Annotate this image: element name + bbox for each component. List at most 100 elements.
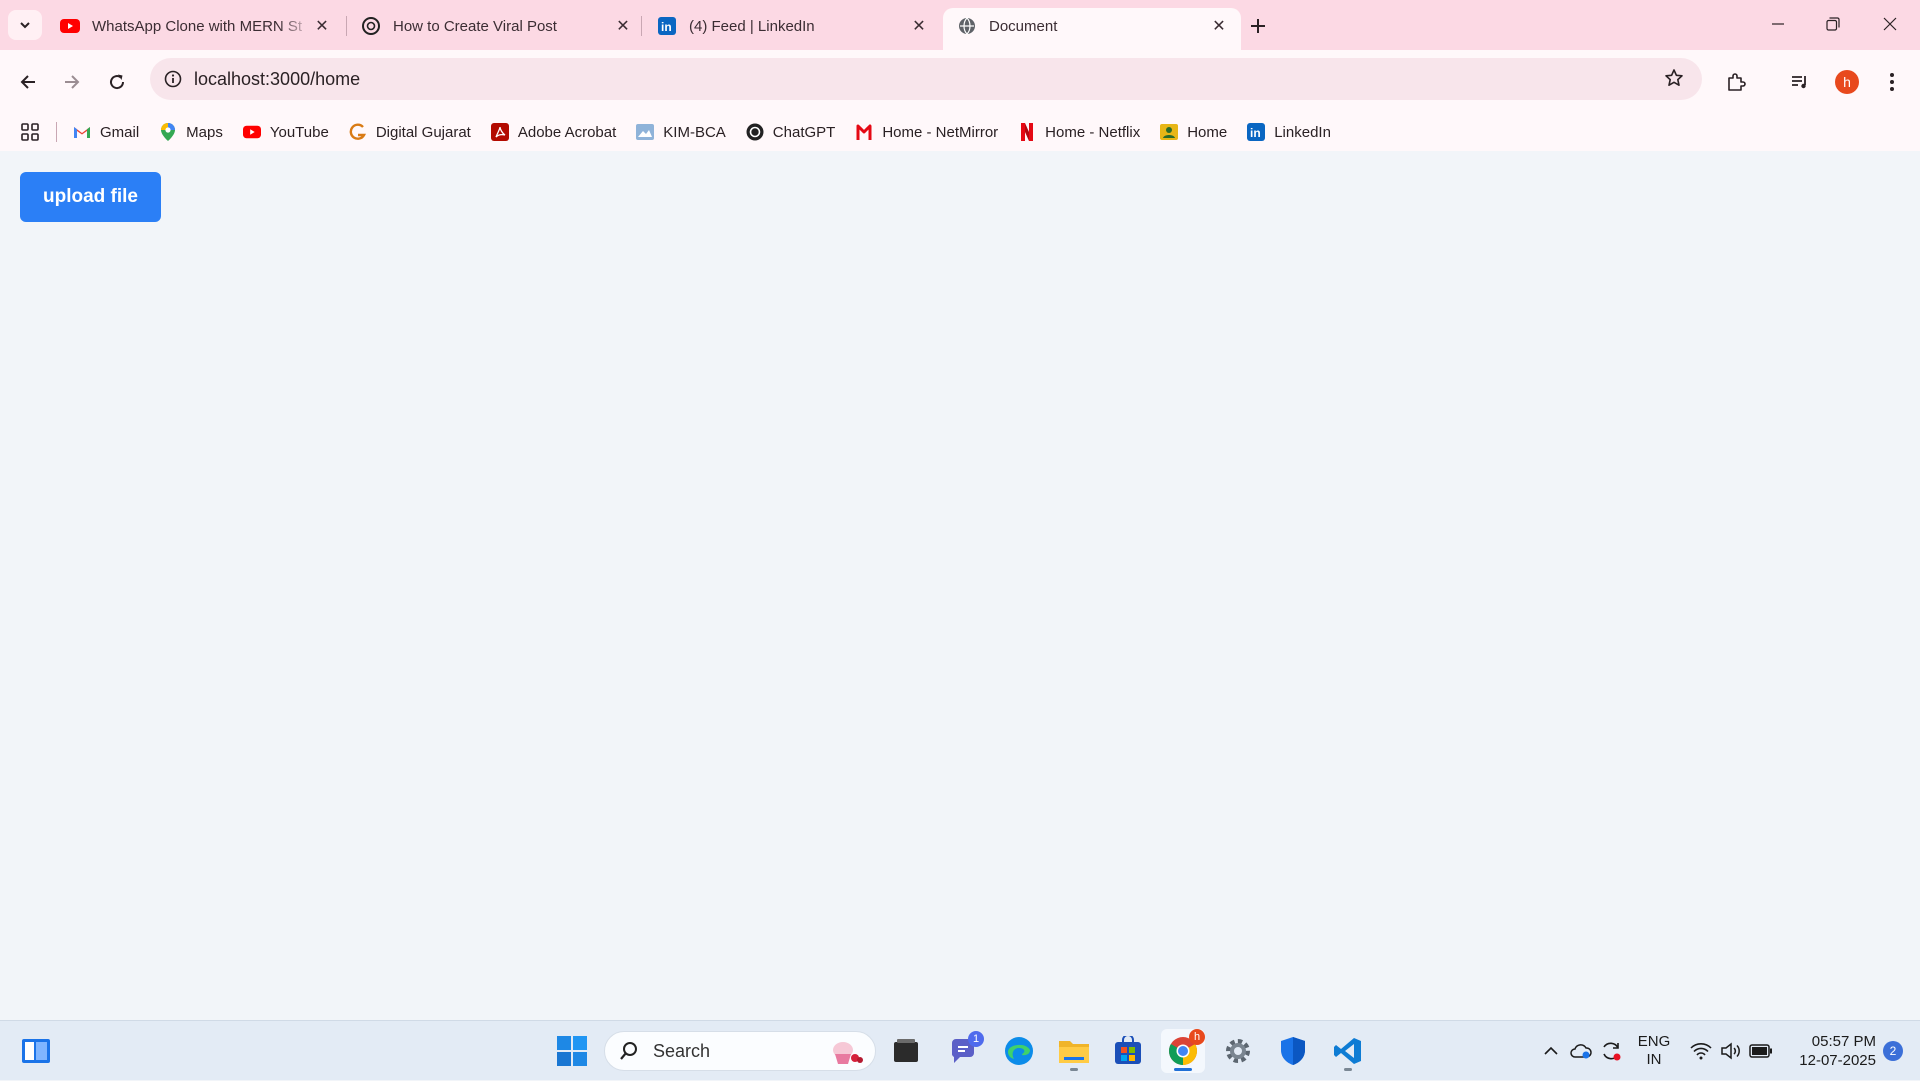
netmirror-icon (855, 123, 873, 141)
teams-chat-button[interactable]: 1 (942, 1029, 986, 1073)
profile-button[interactable]: h (1829, 64, 1865, 100)
bookmark-label: Home - NetMirror (882, 123, 999, 141)
bookmark-youtube[interactable]: YouTube (242, 123, 329, 141)
edge-button[interactable] (997, 1029, 1041, 1073)
tab-whatsapp-clone[interactable]: WhatsApp Clone with MERN St ✕ (46, 8, 344, 50)
close-icon (1883, 17, 1897, 31)
sync-icon (1603, 1042, 1621, 1061)
clock[interactable]: 05:57 PM 12-07-2025 (1782, 1021, 1876, 1081)
chrome-button[interactable]: h (1161, 1029, 1205, 1073)
chatgpt-icon (746, 123, 764, 141)
taskbar-search[interactable]: Search (604, 1031, 876, 1071)
task-view-button[interactable] (884, 1029, 928, 1073)
bookmark-label: ChatGPT (772, 123, 836, 141)
sync-tray-button[interactable] (1598, 1021, 1624, 1081)
clock-date: 12-07-2025 (1799, 1052, 1876, 1069)
browser-toolbar: localhost:3000/home h Gmail Maps YouTube (0, 50, 1920, 157)
cloud-icon (1570, 1044, 1592, 1059)
bookmark-maps[interactable]: Maps (159, 123, 223, 141)
restore-button[interactable] (1806, 8, 1860, 40)
gmail-icon (73, 123, 91, 141)
address-url[interactable]: localhost:3000/home (194, 69, 360, 90)
show-hidden-icons-button[interactable] (1538, 1021, 1564, 1081)
gear-icon (1226, 1039, 1250, 1063)
bookmark-gmail[interactable]: Gmail (73, 123, 139, 141)
notification-center-button[interactable]: 2 (1876, 1021, 1910, 1081)
chatgpt-icon (361, 16, 381, 36)
forward-button[interactable] (54, 64, 90, 100)
close-window-button[interactable] (1863, 8, 1917, 40)
upload-file-button[interactable]: upload file (20, 172, 161, 222)
address-bar[interactable]: localhost:3000/home (150, 58, 1702, 100)
site-info-icon[interactable] (164, 70, 182, 88)
running-indicator (1070, 1068, 1078, 1071)
acrobat-icon (490, 123, 509, 141)
avatar: h (1835, 70, 1859, 94)
search-icon (620, 1042, 637, 1060)
shield-icon (1281, 1037, 1305, 1065)
digital-gujarat-icon (349, 123, 367, 141)
chrome-menu-button[interactable] (1874, 64, 1910, 100)
bookmark-label: YouTube (269, 123, 329, 141)
bookmark-label: Digital Gujarat (375, 123, 471, 141)
tab-viral-post[interactable]: How to Create Viral Post ✕ (347, 8, 645, 50)
onedrive-tray-button[interactable] (1568, 1021, 1594, 1081)
close-icon[interactable]: ✕ (312, 16, 332, 36)
edge-icon (1005, 1037, 1033, 1065)
globe-icon (957, 16, 977, 36)
bookmarks-bar: Gmail Maps YouTube Digital Gujarat Adobe… (0, 112, 1920, 152)
wifi-tray-button[interactable] (1686, 1021, 1716, 1081)
bookmark-kim-bca[interactable]: KIM-BCA (636, 123, 726, 141)
reload-button[interactable] (99, 64, 135, 100)
vscode-button[interactable] (1326, 1029, 1370, 1073)
file-explorer-button[interactable] (1052, 1029, 1096, 1073)
tab-linkedin-feed[interactable]: in (4) Feed | LinkedIn ✕ (643, 8, 941, 50)
tab-search-button[interactable] (8, 10, 42, 40)
close-icon[interactable]: ✕ (613, 16, 633, 36)
settings-button[interactable] (1216, 1029, 1260, 1073)
bookmark-label: KIM-BCA (663, 123, 726, 141)
extensions-button[interactable] (1718, 64, 1754, 100)
svg-text:in: in (661, 20, 672, 34)
bookmark-netmirror[interactable]: Home - NetMirror (855, 123, 998, 141)
close-icon[interactable]: ✕ (1209, 16, 1229, 36)
bookmark-label: Maps (186, 123, 223, 141)
volume-tray-button[interactable] (1716, 1021, 1746, 1081)
speaker-icon (1721, 1042, 1740, 1060)
store-icon (1115, 1036, 1141, 1064)
bookmark-adobe-acrobat[interactable]: Adobe Acrobat (490, 123, 616, 141)
start-button[interactable] (550, 1029, 594, 1073)
bookmark-netflix[interactable]: Home - Netflix (1018, 123, 1140, 141)
bookmark-chatgpt[interactable]: ChatGPT (746, 123, 836, 141)
tab-document[interactable]: Document ✕ (943, 8, 1241, 50)
playlist-icon (1792, 76, 1806, 89)
notification-count-badge: 2 (1883, 1041, 1903, 1061)
bookmark-label: Home (1187, 123, 1228, 141)
minimize-icon (1772, 23, 1784, 25)
vscode-icon (1334, 1038, 1361, 1064)
security-button[interactable] (1271, 1029, 1315, 1073)
running-indicator (1174, 1068, 1192, 1071)
new-tab-button[interactable] (1244, 12, 1272, 40)
media-controls-button[interactable] (1782, 64, 1818, 100)
apps-grid-icon[interactable] (20, 122, 40, 142)
bookmark-digital-gujarat[interactable]: Digital Gujarat (349, 123, 471, 141)
plus-icon (1251, 19, 1265, 33)
back-button[interactable] (10, 64, 46, 100)
youtube-icon (242, 123, 261, 141)
chevron-up-icon (1544, 1046, 1558, 1055)
search-highlight-icon (829, 1038, 863, 1071)
bookmark-home[interactable]: Home (1160, 123, 1227, 141)
bookmark-linkedin[interactable]: in LinkedIn (1247, 123, 1331, 141)
widgets-button[interactable] (14, 1029, 58, 1073)
store-button[interactable] (1106, 1029, 1150, 1073)
bookmark-label: Gmail (100, 123, 140, 141)
bookmark-star-icon[interactable] (1664, 68, 1684, 93)
language-indicator[interactable]: ENG IN (1630, 1021, 1678, 1081)
battery-tray-button[interactable] (1746, 1021, 1776, 1081)
reload-icon (110, 74, 125, 90)
minimize-button[interactable] (1751, 8, 1805, 40)
close-icon[interactable]: ✕ (909, 16, 929, 36)
windows-taskbar: Search 1 h ENG IN 05:57 PM 12-07-2025 2 (0, 1020, 1920, 1080)
linkedin-icon: in (657, 16, 677, 36)
